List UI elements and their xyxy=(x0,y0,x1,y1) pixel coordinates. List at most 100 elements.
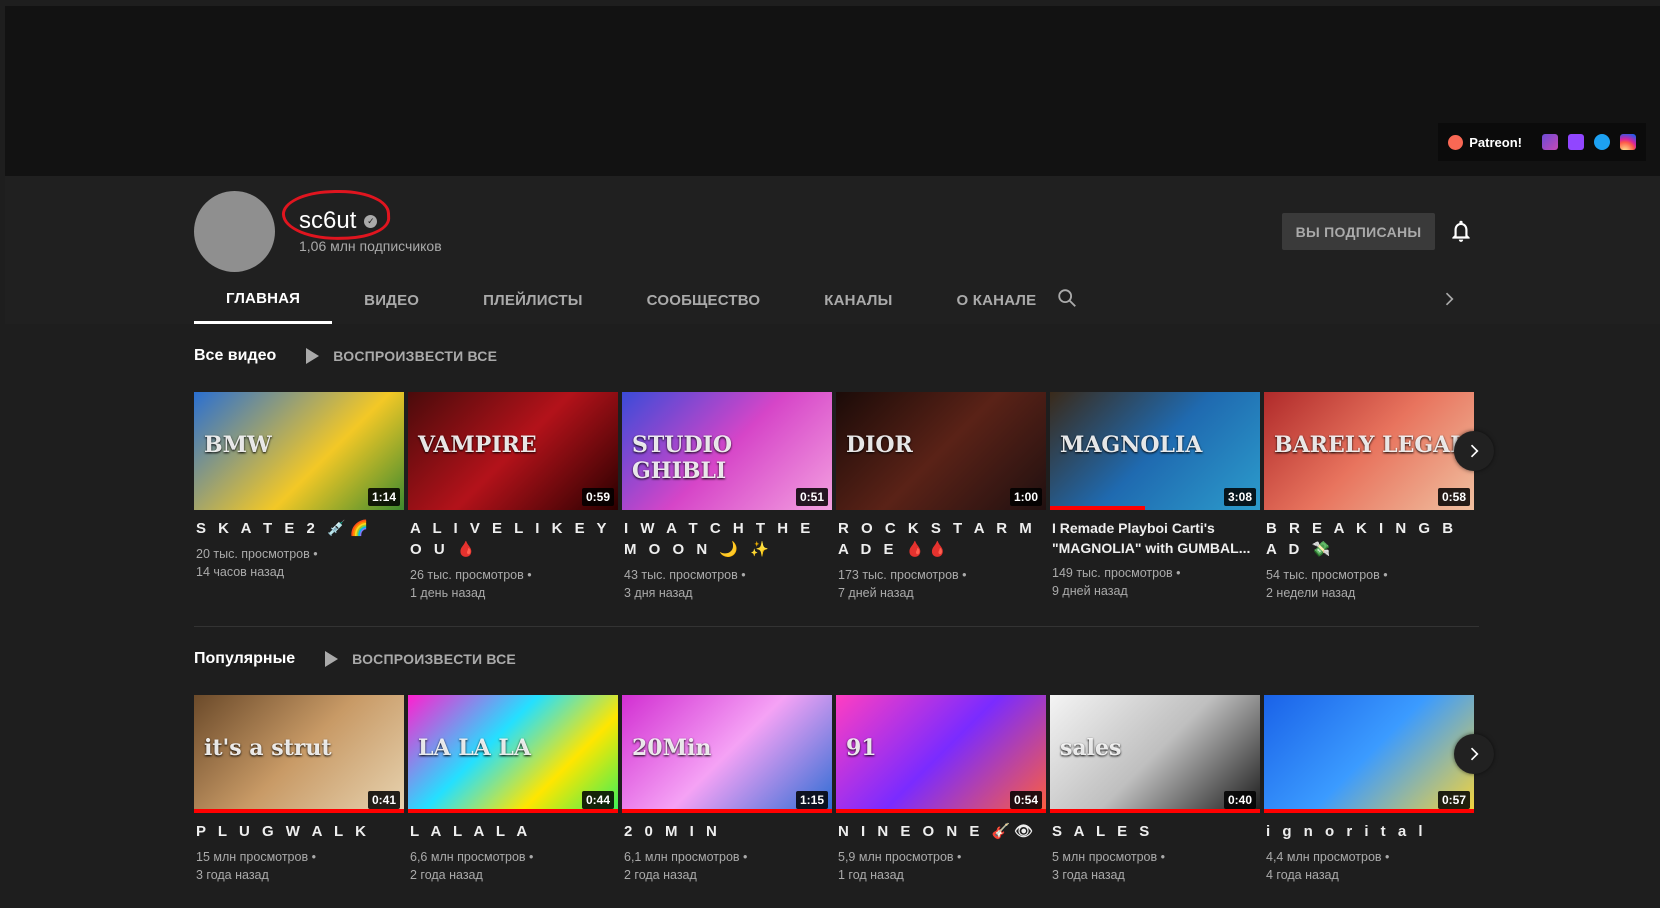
video-thumbnail[interactable]: 20Min 1:15 xyxy=(622,695,832,813)
thumbnail-text: 91 xyxy=(846,735,877,761)
video-card[interactable]: 0:57 i g n o r i t a l 4,4 млн просмотров … xyxy=(1264,695,1474,905)
tab-home[interactable]: ГЛАВНАЯ xyxy=(194,276,333,324)
video-card[interactable]: sales 0:40 S A L E S 5 млн просмотров • 3 го… xyxy=(1050,695,1260,905)
video-title[interactable]: N I N E O N E 🎸👁 xyxy=(836,821,1046,842)
shelf-all-videos-header: Все видео ВОСПРОИЗВЕСТИ ВСЕ xyxy=(194,347,497,365)
video-title[interactable]: i g n o r i t a l xyxy=(1264,821,1474,842)
video-metadata: 15 млн просмотров • 3 года назад xyxy=(194,848,404,884)
film-icon[interactable] xyxy=(1542,134,1558,150)
upload-age: 1 день назад xyxy=(410,586,486,600)
video-row: it's a strut 0:41 P L U G W A L K 15 млн пр… xyxy=(194,695,1474,905)
watch-progress-bar xyxy=(622,809,832,813)
chevron-right-icon[interactable] xyxy=(1439,289,1459,309)
video-thumbnail[interactable]: DIOR 1:00 xyxy=(836,392,1046,510)
video-card[interactable]: 20Min 1:15 2 0 M I N 6,1 млн просмотров • 2 … xyxy=(622,695,832,905)
shelf-title: Популярные xyxy=(194,650,296,667)
instagram-icon[interactable] xyxy=(1620,134,1636,150)
video-thumbnail[interactable]: BARELY LEGAL 0:58 xyxy=(1264,392,1474,510)
upload-age: 2 недели назад xyxy=(1266,586,1356,600)
video-card[interactable]: 91 0:54 N I N E O N E 🎸👁 5,9 млн просмотров… xyxy=(836,695,1046,905)
patreon-link[interactable]: Patreon! xyxy=(1448,134,1522,150)
upload-age: 3 года назад xyxy=(196,868,269,882)
video-row: BMW 1:14 S K A T E 2 💉🌈 20 тыс. просмотров … xyxy=(194,392,1474,602)
shelf-next-button[interactable] xyxy=(1454,734,1494,774)
video-card[interactable]: BARELY LEGAL 0:58 B R E A K I N G B A D 💸 5… xyxy=(1264,392,1474,602)
video-card[interactable]: LA LA LA 0:44 L A L A L A 6,6 млн просмотро… xyxy=(408,695,618,905)
channel-avatar[interactable] xyxy=(194,191,275,272)
video-title[interactable]: L A L A L A xyxy=(408,821,618,842)
video-title[interactable]: B R E A K I N G B A D 💸 xyxy=(1264,518,1474,560)
tab-playlists[interactable]: ПЛЕЙЛИСТЫ xyxy=(451,276,615,324)
shelf-next-button[interactable] xyxy=(1454,431,1494,471)
watch-progress-bar xyxy=(1264,809,1474,813)
chevron-right-icon xyxy=(1470,747,1479,761)
tab-videos[interactable]: ВИДЕО xyxy=(332,276,451,324)
view-count: 5,9 млн просмотров • xyxy=(838,850,962,864)
thumbnail-text: it's a strut xyxy=(204,735,332,761)
video-thumbnail[interactable]: VAMPIRE 0:59 xyxy=(408,392,618,510)
thumbnail-text: sales xyxy=(1060,735,1122,761)
video-duration: 0:44 xyxy=(581,791,614,809)
video-thumbnail[interactable]: BMW 1:14 xyxy=(194,392,404,510)
video-thumbnail[interactable]: STUDIO GHIBLI 0:51 xyxy=(622,392,832,510)
video-title[interactable]: A L I V E L I K E Y O U 🩸 xyxy=(408,518,618,560)
play-icon xyxy=(325,651,339,667)
video-card[interactable]: it's a strut 0:41 P L U G W A L K 15 млн пр… xyxy=(194,695,404,905)
video-title[interactable]: P L U G W A L K xyxy=(194,821,404,842)
upload-age: 7 дней назад xyxy=(838,586,914,600)
video-card[interactable]: VAMPIRE 0:59 A L I V E L I K E Y O U 🩸 26 т… xyxy=(408,392,618,602)
watch-progress-bar xyxy=(1050,506,1145,510)
video-title[interactable]: I W A T C H T H E M O O N 🌙 ✨ xyxy=(622,518,832,560)
view-count: 43 тыс. просмотров • xyxy=(624,568,746,582)
video-thumbnail[interactable]: 91 0:54 xyxy=(836,695,1046,813)
twitch-icon[interactable] xyxy=(1568,134,1584,150)
video-duration: 0:57 xyxy=(1437,791,1470,809)
video-metadata: 6,1 млн просмотров • 2 года назад xyxy=(622,848,832,884)
upload-age: 4 года назад xyxy=(1266,868,1339,882)
view-count: 6,1 млн просмотров • xyxy=(624,850,748,864)
bell-icon[interactable] xyxy=(1448,218,1474,244)
video-thumbnail[interactable]: LA LA LA 0:44 xyxy=(408,695,618,813)
subscribed-button[interactable]: ВЫ ПОДПИСАНЫ xyxy=(1282,213,1435,250)
thumbnail-text: 20Min xyxy=(632,735,712,761)
video-title[interactable]: R O C K S T A R M A D E 🩸🩸 xyxy=(836,518,1046,560)
video-metadata: 5 млн просмотров • 3 года назад xyxy=(1050,848,1260,884)
video-thumbnail[interactable]: 0:57 xyxy=(1264,695,1474,813)
tab-community[interactable]: СООБЩЕСТВО xyxy=(615,276,793,324)
view-count: 6,6 млн просмотров • xyxy=(410,850,534,864)
thumbnail-text: DIOR xyxy=(846,432,913,458)
shelf-title: Все видео xyxy=(194,347,277,364)
view-count: 26 тыс. просмотров • xyxy=(410,568,532,582)
thumbnail-text: BMW xyxy=(204,432,272,458)
video-thumbnail[interactable]: sales 0:40 xyxy=(1050,695,1260,813)
video-metadata: 173 тыс. просмотров • 7 дней назад xyxy=(836,566,1046,602)
video-metadata: 20 тыс. просмотров • 14 часов назад xyxy=(194,545,404,581)
watch-progress-bar xyxy=(194,809,404,813)
tab-channels[interactable]: КАНАЛЫ xyxy=(792,276,924,324)
video-card[interactable]: STUDIO GHIBLI 0:51 I W A T C H T H E M O O… xyxy=(622,392,832,602)
play-all-button[interactable]: ВОСПРОИЗВЕСТИ ВСЕ xyxy=(306,348,497,364)
thumbnail-text: STUDIO GHIBLI xyxy=(632,432,732,484)
watch-progress-bar xyxy=(836,809,1046,813)
upload-age: 9 дней назад xyxy=(1052,584,1128,598)
video-title[interactable]: 2 0 M I N xyxy=(622,821,832,842)
video-thumbnail[interactable]: MAGNOLIA 3:08 xyxy=(1050,392,1260,510)
video-metadata: 26 тыс. просмотров • 1 день назад xyxy=(408,566,618,602)
view-count: 173 тыс. просмотров • xyxy=(838,568,967,582)
video-title[interactable]: S A L E S xyxy=(1050,821,1260,842)
twitter-icon[interactable] xyxy=(1594,134,1610,150)
upload-age: 2 года назад xyxy=(624,868,697,882)
video-card[interactable]: MAGNOLIA 3:08 I Remade Playboi Carti's "MA… xyxy=(1050,392,1260,602)
video-duration: 3:08 xyxy=(1223,488,1256,506)
search-icon[interactable] xyxy=(1056,287,1078,309)
view-count: 4,4 млн просмотров • xyxy=(1266,850,1390,864)
upload-age: 1 год назад xyxy=(838,868,904,882)
video-title[interactable]: S K A T E 2 💉🌈 xyxy=(194,518,404,539)
video-title[interactable]: I Remade Playboi Carti's "MAGNOLIA" with… xyxy=(1050,518,1260,558)
video-thumbnail[interactable]: it's a strut 0:41 xyxy=(194,695,404,813)
video-card[interactable]: DIOR 1:00 R O C K S T A R M A D E 🩸🩸 173 ты… xyxy=(836,392,1046,602)
tab-about[interactable]: О КАНАЛЕ xyxy=(925,276,1069,324)
video-card[interactable]: BMW 1:14 S K A T E 2 💉🌈 20 тыс. просмотров … xyxy=(194,392,404,602)
play-all-button[interactable]: ВОСПРОИЗВЕСТИ ВСЕ xyxy=(325,651,516,667)
thumbnail-text: BARELY LEGAL xyxy=(1274,432,1466,458)
